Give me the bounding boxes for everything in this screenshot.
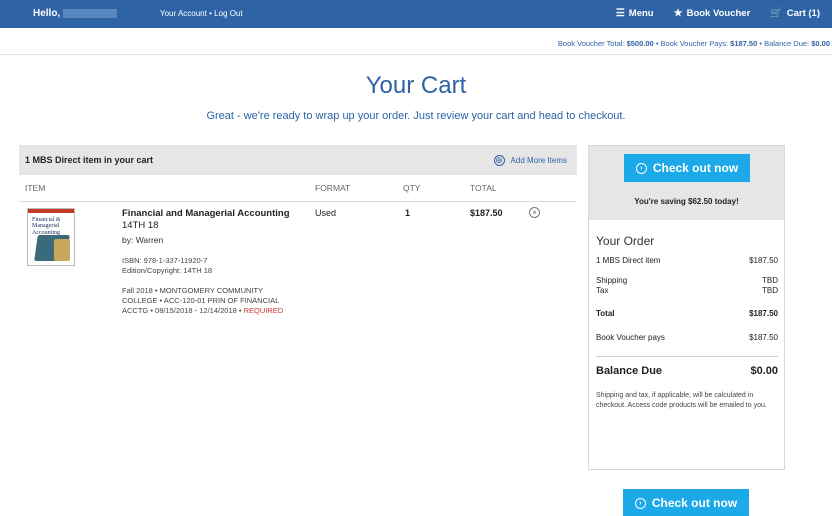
- voucher-total-label: Book Voucher Total:: [557, 39, 625, 48]
- link-separator: •: [209, 9, 212, 18]
- order-row-tax: Tax TBD: [596, 286, 778, 295]
- total-label: Total: [596, 309, 615, 318]
- balance-due-value: $0.00: [811, 39, 830, 48]
- order-row-total: Total $187.50: [596, 309, 778, 318]
- add-more-items-label: Add More Items: [510, 155, 567, 165]
- order-row-balance-due: Balance Due $0.00: [596, 365, 778, 377]
- order-items-value: $187.50: [749, 256, 778, 265]
- account-links: Your Account • Log Out: [160, 9, 243, 18]
- balance-due-label: • Balance Due:: [759, 39, 810, 48]
- voucher-pays-row-value: $187.50: [749, 333, 778, 342]
- order-summary: Your Order 1 MBS Direct item $187.50 Shi…: [596, 234, 778, 411]
- balance-due-row-value: $0.00: [750, 365, 778, 377]
- menu-button[interactable]: ☰ Menu: [616, 8, 654, 19]
- cart-column-headers: ITEM FORMAT QTY TOTAL: [19, 175, 577, 202]
- voucher-pays-label: • Book Voucher Pays:: [655, 39, 729, 48]
- savings-message: You're saving $62.50 today!: [634, 197, 739, 206]
- shipping-label: Shipping: [596, 276, 628, 285]
- column-header-item: ITEM: [25, 183, 46, 193]
- item-title-text: Financial and Managerial Accounting: [122, 208, 290, 219]
- top-nav-bar: Hello, Your Account • Log Out ☰ Menu ★ B…: [0, 0, 832, 28]
- voucher-pays-value: $187.50: [730, 39, 758, 48]
- voucher-summary: Book Voucher Total: $500.00 • Book Vouch…: [558, 39, 830, 48]
- greeting: Hello,: [33, 8, 118, 19]
- item-title: Financial and Managerial Accounting 14TH…: [122, 208, 292, 232]
- check-out-now-button[interactable]: › Check out now: [624, 154, 750, 182]
- item-isbn: ISBN: 978-1-337-11920-7: [122, 256, 208, 265]
- page-subtitle: Great - we're ready to wrap up your orde…: [206, 110, 626, 122]
- voucher-pays-row-label: Book Voucher pays: [596, 333, 665, 342]
- add-more-items-link[interactable]: ⊕ Add More Items: [493, 154, 567, 166]
- column-header-total: TOTAL: [470, 183, 497, 193]
- book-cover-image[interactable]: Financial & Managerial Accounting: [27, 208, 75, 266]
- voucher-total-value: $500.00: [626, 39, 654, 48]
- item-isbn-block: ISBN: 978-1-337-11920-7 Edition/Copyrigh…: [122, 256, 212, 276]
- item-course-info: Fall 2018 • MONTGOMERY COMMUNITY COLLEGE…: [122, 286, 300, 316]
- cover-stripe: [28, 209, 74, 213]
- item-author: by: Warren: [122, 235, 164, 245]
- cover-phone-graphic: [54, 239, 70, 261]
- top-nav-actions: ☰ Menu ★ Book Voucher 🛒 Cart (1): [616, 8, 820, 19]
- cart-item-row: Financial & Managerial Accounting Financ…: [19, 202, 577, 362]
- cover-title: Financial & Managerial Accounting: [32, 217, 61, 236]
- order-row-voucher: Book Voucher pays $187.50: [596, 333, 778, 342]
- redacted-user-name: [63, 9, 118, 18]
- tax-label: Tax: [596, 286, 609, 295]
- item-format: Used: [315, 208, 337, 218]
- item-total: $187.50: [470, 208, 503, 218]
- arrow-circle-icon: ›: [635, 162, 647, 174]
- your-account-link[interactable]: Your Account: [160, 9, 207, 18]
- book-voucher-button[interactable]: ★ Book Voucher: [674, 8, 751, 19]
- balance-due-row-label: Balance Due: [596, 365, 663, 377]
- remove-item-icon[interactable]: ×: [529, 207, 540, 218]
- menu-label: Menu: [628, 8, 654, 19]
- check-out-now-label: Check out now: [652, 161, 739, 175]
- header-divider: [0, 54, 832, 55]
- cart-button[interactable]: 🛒 Cart (1): [770, 8, 820, 19]
- checkout-note: Shipping and tax, if applicable, will be…: [596, 392, 767, 409]
- checkout-box: › Check out now You're saving $62.50 tod…: [589, 146, 784, 220]
- greeting-text: Hello,: [33, 8, 61, 19]
- order-items-label: 1 MBS Direct item: [596, 256, 661, 265]
- order-divider: [596, 356, 778, 357]
- cart-icon: 🛒: [770, 8, 783, 19]
- check-out-now-bottom-button[interactable]: › Check out now: [623, 489, 749, 516]
- column-header-qty: QTY: [403, 183, 421, 193]
- column-header-format: FORMAT: [315, 183, 351, 193]
- order-heading: Your Order: [596, 234, 655, 248]
- cart-panel: 1 MBS Direct item in your cart ⊕ Add Mor…: [19, 145, 577, 362]
- arrow-circle-icon: ›: [634, 497, 646, 509]
- required-badge: REQUIRED: [243, 306, 284, 316]
- order-row-shipping: Shipping TBD: [596, 276, 778, 285]
- menu-icon: ☰: [615, 8, 625, 19]
- star-icon: ★: [673, 8, 683, 19]
- tax-value: TBD: [762, 286, 778, 295]
- shipping-value: TBD: [762, 276, 778, 285]
- item-qty: 1: [405, 208, 411, 218]
- total-value: $187.50: [749, 309, 778, 318]
- cart-header: 1 MBS Direct item in your cart ⊕ Add Mor…: [19, 145, 577, 175]
- cart-label: Cart (1): [786, 8, 820, 19]
- log-out-link[interactable]: Log Out: [214, 9, 242, 18]
- page-title: Your Cart: [365, 72, 467, 99]
- add-circle-icon: ⊕: [493, 154, 505, 166]
- order-summary-panel: › Check out now You're saving $62.50 tod…: [588, 145, 785, 470]
- check-out-now-bottom-label: Check out now: [651, 496, 738, 510]
- item-edition: 14TH 18: [122, 219, 159, 231]
- cart-item-count: 1 MBS Direct item in your cart: [25, 155, 154, 165]
- book-voucher-label: Book Voucher: [686, 8, 751, 19]
- order-row-items: 1 MBS Direct item $187.50: [596, 256, 778, 265]
- item-edition-copyright: Edition/Copyright: 14TH 18: [122, 266, 213, 276]
